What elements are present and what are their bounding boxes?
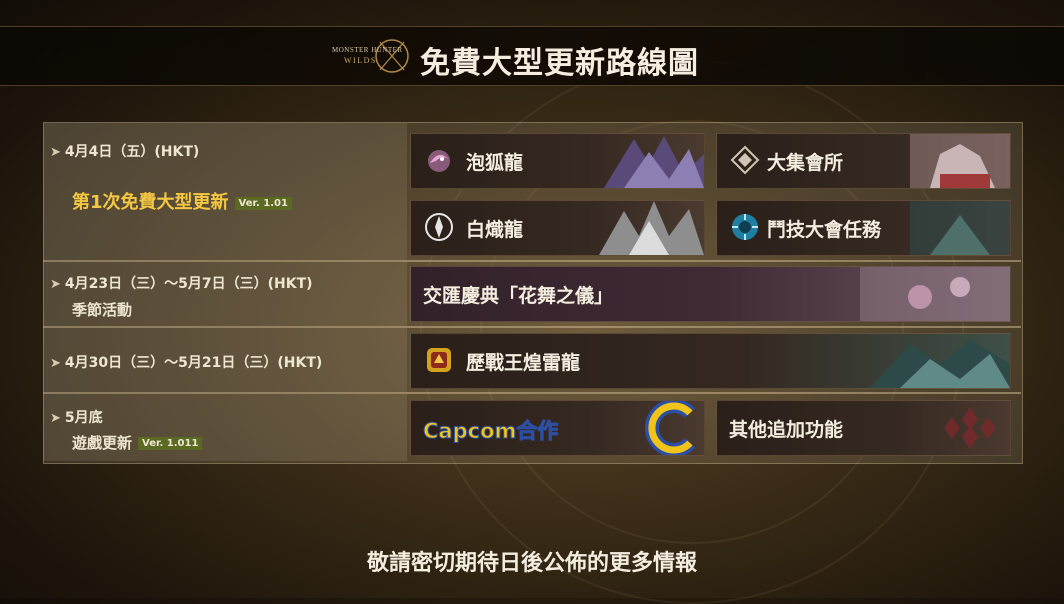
festival-art (860, 267, 1010, 321)
page-title: 免費大型更新路線圖 (420, 46, 699, 81)
row2-date: ➤ 4月23日（三）～5月7日（三）(HKT) (50, 276, 313, 292)
arena-quest-icon (732, 214, 758, 240)
arrow-icon: ➤ (50, 411, 61, 426)
features-icon (944, 407, 996, 449)
card-arena-quest[interactable]: 鬥技大會任務 (716, 200, 1011, 256)
capcom-c-icon (644, 401, 696, 455)
svg-text:MONSTER HUNTER: MONSTER HUNTER (332, 46, 403, 54)
card-festival[interactable]: 交匯慶典「花舞之儀」 (410, 266, 1011, 322)
card-mizutsune[interactable]: 泡狐龍 (410, 133, 705, 189)
row4-date: ➤ 5月底 (50, 410, 103, 426)
card-arch-tempered-rey-dau[interactable]: 歷戰王煌雷龍 (410, 333, 1011, 389)
row3-date: ➤ 4月30日（三）～5月21日（三）(HKT) (50, 355, 323, 371)
monster-hunter-wilds-logo: MONSTER HUNTER WILDS (332, 39, 409, 73)
row2-label: 季節活動 (72, 301, 133, 319)
arrow-icon: ➤ (50, 277, 61, 292)
card-zoh-shia[interactable]: 白熾龍 (410, 200, 705, 256)
card-other-features[interactable]: 其他追加功能 (716, 400, 1011, 456)
arena-quest-art (910, 201, 1010, 255)
row4-label: 遊戲更新 Ver. 1.011 (72, 432, 203, 453)
version-badge: Ver. 1.011 (138, 437, 203, 450)
version-badge: Ver. 1.01 (234, 197, 292, 210)
card-capcom-collab[interactable]: Capcom合作 (410, 400, 705, 456)
row-divider (43, 326, 1021, 328)
row1-label: 第1次免費大型更新 Ver. 1.01 (72, 188, 292, 214)
zoh-shia-art (599, 201, 704, 255)
row1-date: ➤ 4月4日（五）(HKT) (50, 144, 200, 160)
card-grand-hub[interactable]: 大集會所 (716, 133, 1011, 189)
arrow-icon: ➤ (50, 145, 61, 160)
arch-tempered-rey-dau-icon (427, 348, 451, 372)
mizutsune-icon (428, 150, 450, 172)
row-divider (43, 260, 1021, 262)
mizutsune-art (604, 136, 704, 188)
row-divider (43, 392, 1021, 394)
arrow-icon: ➤ (50, 356, 61, 371)
grand-hub-art (910, 134, 1010, 188)
grand-hub-icon (730, 145, 760, 175)
rey-dau-art (870, 339, 1010, 388)
footer-notice: 敬請密切期待日後公佈的更多情報 (366, 551, 697, 576)
svg-text:WILDS: WILDS (344, 56, 377, 65)
zoh-shia-icon (425, 213, 453, 241)
